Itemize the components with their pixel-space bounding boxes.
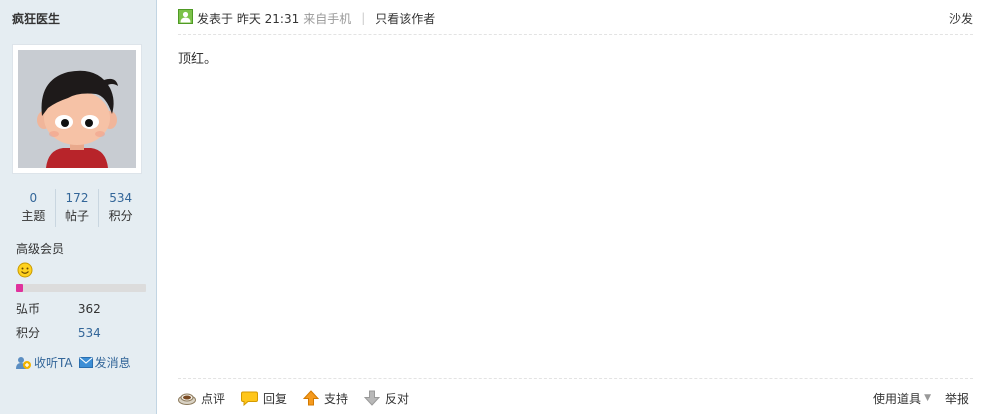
info-value[interactable]: 534 — [78, 326, 101, 340]
post-time: 发表于 昨天 21:31 — [197, 11, 300, 26]
oppose-label: 反对 — [385, 391, 410, 406]
info-row-coins: 弘币 362 — [16, 300, 146, 317]
post-tools: 使用道具 ▼ 举报 — [873, 390, 969, 407]
stat-value[interactable]: 172 — [56, 189, 99, 207]
message-link[interactable]: 发消息 — [78, 354, 131, 371]
avatar[interactable] — [12, 44, 142, 174]
comment-button[interactable]: 点评 — [178, 390, 225, 407]
user-group[interactable]: 高级会员 — [16, 240, 64, 257]
stat-label: 积分 — [108, 209, 133, 223]
post-header: 发表于 昨天 21:31 来自手机 | 只看该作者 沙发 — [178, 8, 973, 28]
info-row-points: 积分 534 — [16, 324, 146, 341]
arrow-down-icon — [364, 390, 381, 406]
user-stats: 0 主题 172 帖子 534 积分 — [12, 189, 142, 227]
post-actions-bar: 点评 回复 支持 反对 使用道具 ▼ 举报 — [178, 388, 969, 408]
reply-label: 回复 — [263, 391, 288, 406]
info-key: 积分 — [16, 326, 41, 340]
level-progress-bar — [16, 284, 146, 292]
info-value: 362 — [77, 302, 101, 316]
envelope-icon — [78, 357, 93, 368]
stat-points[interactable]: 534 积分 — [99, 189, 142, 227]
follow-label: 收听TA — [34, 356, 73, 370]
message-label: 发消息 — [94, 356, 131, 370]
oppose-button[interactable]: 反对 — [364, 390, 409, 407]
stat-label: 主题 — [21, 209, 46, 223]
reply-button[interactable]: 回复 — [241, 390, 287, 407]
support-button[interactable]: 支持 — [303, 390, 348, 407]
footer-divider — [178, 378, 973, 379]
username[interactable]: 疯狂医生 — [12, 10, 60, 27]
floor-number[interactable]: 沙发 — [949, 10, 973, 27]
user-sidebar: 疯狂医生 0 主题 172 帖子 534 积分 高级会员 弘币 362 积分 5… — [0, 0, 157, 414]
use-tools-label: 使用道具 — [873, 391, 922, 406]
chevron-down-icon: ▼ — [924, 393, 931, 403]
view-author-only-link[interactable]: 只看该作者 — [375, 10, 435, 27]
header-divider — [178, 34, 973, 35]
stat-posts[interactable]: 172 帖子 — [56, 189, 100, 227]
stat-label: 帖子 — [65, 209, 90, 223]
follow-icon — [16, 356, 31, 369]
comment-label: 点评 — [201, 391, 226, 406]
follow-link[interactable]: 收听TA — [16, 354, 73, 371]
stat-topics[interactable]: 0 主题 — [12, 189, 56, 227]
user-actions: 收听TA 发消息 — [16, 354, 137, 371]
level-progress-fill — [16, 284, 23, 292]
coffee-cup-icon — [178, 393, 196, 405]
info-key: 弘币 — [16, 302, 41, 316]
report-link[interactable]: 举报 — [945, 390, 969, 407]
divider: | — [361, 11, 366, 25]
author-online-icon — [178, 9, 193, 27]
stat-value[interactable]: 0 — [12, 189, 55, 207]
stat-value[interactable]: 534 — [99, 189, 142, 207]
use-tools-dropdown[interactable]: 使用道具 ▼ — [873, 390, 931, 407]
post-device: 来自手机 — [303, 11, 352, 26]
level-smiley-icon — [17, 262, 33, 281]
speech-bubble-icon — [241, 391, 259, 406]
post-content: 顶红。 — [178, 52, 218, 67]
support-label: 支持 — [324, 391, 349, 406]
avatar-image — [18, 50, 136, 168]
arrow-up-icon — [303, 390, 320, 406]
